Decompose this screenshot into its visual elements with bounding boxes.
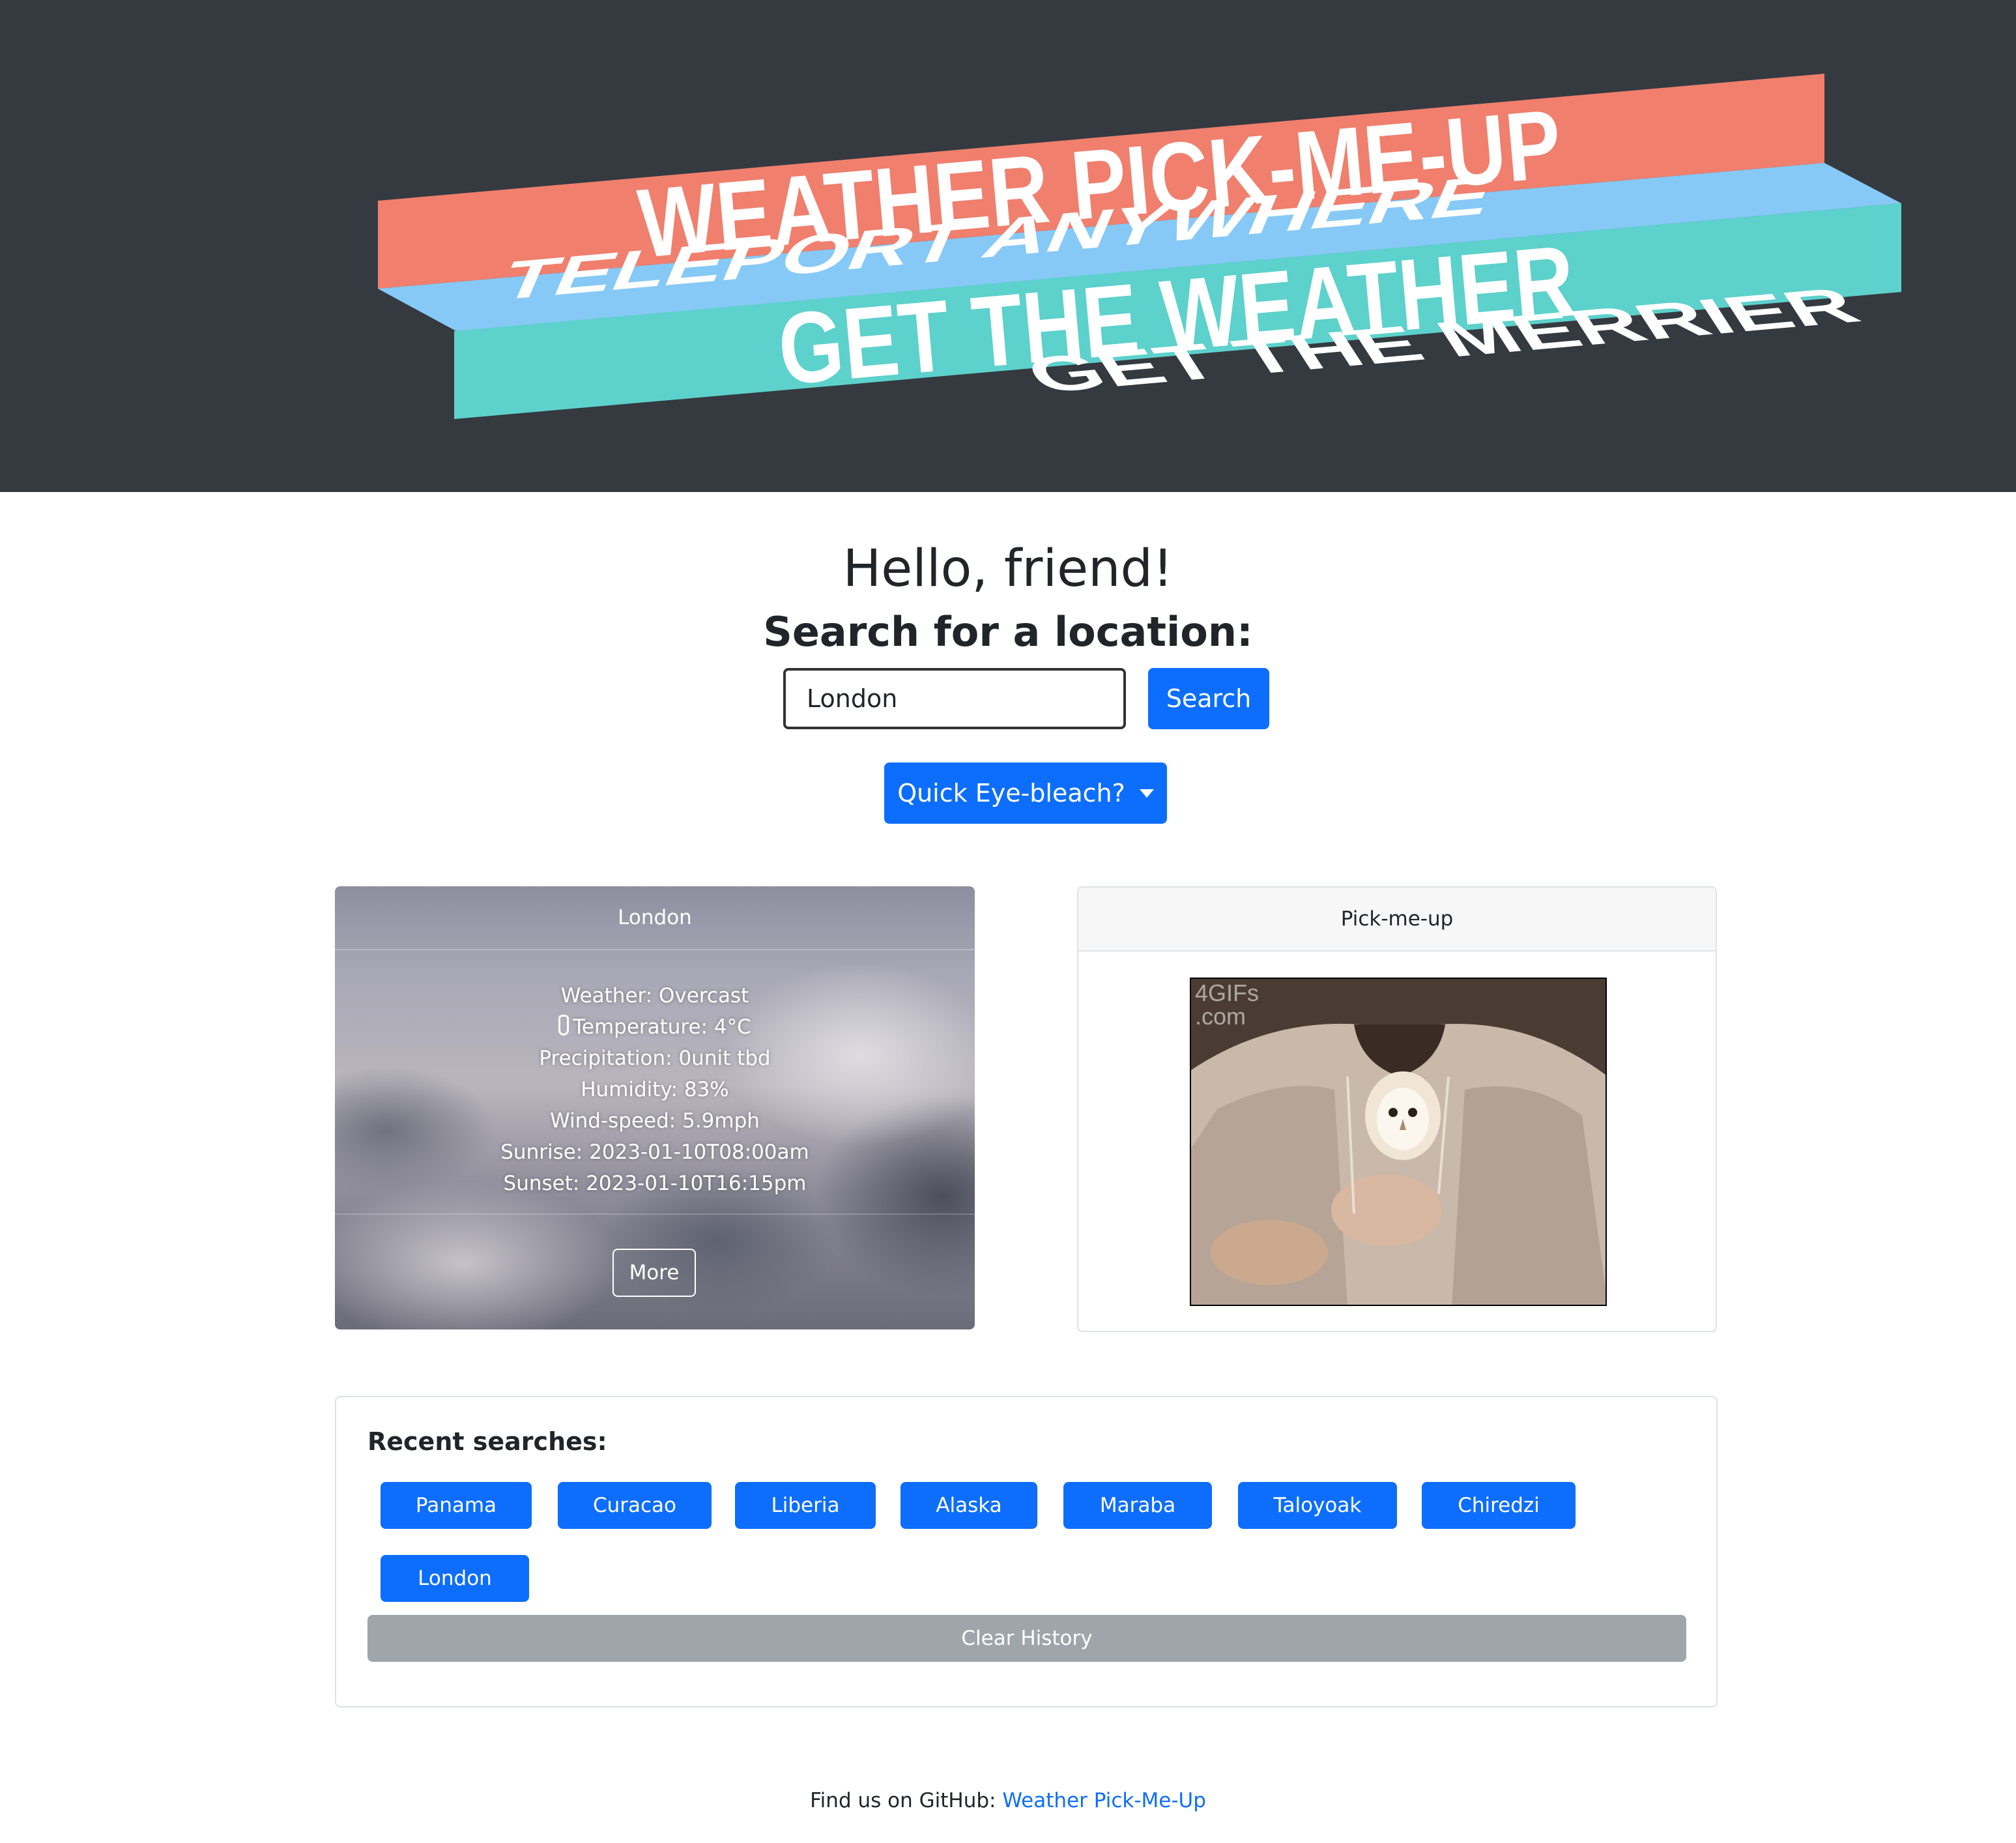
- weather-card-city: London: [335, 886, 975, 950]
- search-heading: Search for a location:: [763, 608, 1253, 656]
- pickmeup-gif: 4GIFs .com: [1190, 978, 1607, 1306]
- weather-sunrise: Sunrise: 2023-01-10T08:00am: [500, 1140, 809, 1164]
- search-button[interactable]: Search: [1148, 668, 1269, 729]
- weather-temperature: Temperature: 4°C: [573, 1015, 751, 1039]
- recent-search-button[interactable]: Curacao: [558, 1482, 712, 1529]
- weather-precipitation: Precipitation: 0unit tbd: [539, 1047, 771, 1070]
- weather-humidity: Humidity: 83%: [581, 1078, 729, 1101]
- weather-wind-speed: Wind-speed: 5.9mph: [550, 1109, 760, 1133]
- weather-card-divider: [335, 1213, 975, 1215]
- hero-banner: WEATHER PICK-ME-UP TELEPORT ANYWHERE GET…: [0, 0, 2016, 492]
- hero-logo: WEATHER PICK-ME-UP TELEPORT ANYWHERE GET…: [378, 74, 1901, 419]
- clear-history-button[interactable]: Clear History: [367, 1615, 1686, 1662]
- thermometer-icon: [558, 1015, 569, 1036]
- recent-search-button[interactable]: London: [381, 1555, 529, 1602]
- recent-searches-card: Recent searches: Panama Curacao Liberia …: [335, 1396, 1718, 1707]
- pickmeup-card-header: Pick-me-up: [1078, 888, 1716, 951]
- eyebleach-label: Quick Eye-bleach?: [897, 779, 1125, 807]
- recent-search-button[interactable]: Alaska: [900, 1482, 1037, 1529]
- recent-search-button[interactable]: Taloyoak: [1238, 1482, 1397, 1529]
- weather-temperature-row: Temperature: 4°C: [335, 1011, 975, 1043]
- caret-down-icon: [1139, 789, 1154, 798]
- greeting-heading: Hello, friend!: [842, 540, 1174, 598]
- eyebleach-dropdown-button[interactable]: Quick Eye-bleach?: [884, 762, 1167, 824]
- gif-watermark: 4GIFs .com: [1195, 980, 1260, 1030]
- footer-text: Find us on GitHub:: [810, 1789, 996, 1812]
- weather-sunset: Sunset: 2023-01-10T16:15pm: [503, 1172, 807, 1195]
- recent-search-button[interactable]: Liberia: [735, 1482, 876, 1529]
- weather-condition: Weather: Overcast: [560, 984, 749, 1008]
- page-footer: Find us on GitHub: Weather Pick-Me-Up: [0, 1789, 2016, 1812]
- recent-searches-title: Recent searches:: [367, 1427, 607, 1456]
- more-button[interactable]: More: [612, 1249, 696, 1297]
- github-link[interactable]: Weather Pick-Me-Up: [1002, 1789, 1206, 1812]
- recent-search-button[interactable]: Panama: [381, 1482, 532, 1529]
- search-input[interactable]: [783, 668, 1126, 729]
- pickmeup-card: Pick-me-up 4GIFs .com: [1077, 886, 1717, 1332]
- recent-search-button[interactable]: Maraba: [1063, 1482, 1212, 1529]
- recent-search-button[interactable]: Chiredzi: [1422, 1482, 1576, 1529]
- weather-card: London Weather: Overcast Temperature: 4°…: [335, 886, 975, 1329]
- weather-details: Weather: Overcast Temperature: 4°C Preci…: [335, 950, 975, 1199]
